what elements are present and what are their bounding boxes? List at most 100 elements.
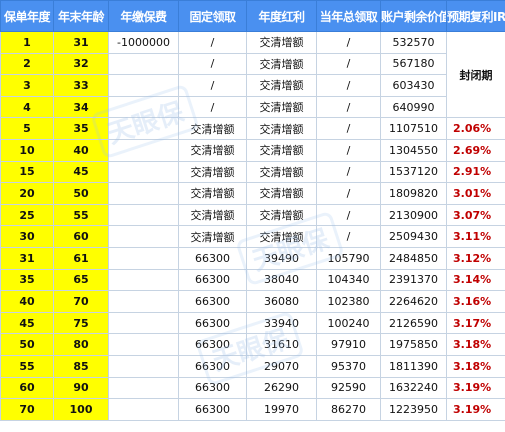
sealed-period-cell: 封闭期 <box>446 30 505 119</box>
benefit-table: 保单年度 年末年龄 年缴保费 固定领取 年度红利 当年总领取 账户剩余价值 预期… <box>0 0 505 421</box>
cell-total-payout: / <box>316 52 381 76</box>
table-row: 25 55 交清增额 交清增额/2130900 3.07% <box>0 203 505 227</box>
cell-fixed-payout: 66300 <box>178 333 247 356</box>
cell-age: 35 <box>53 117 109 140</box>
cell-annual-bonus: 29070 <box>246 354 317 378</box>
cell-irr: 3.16% <box>446 290 505 313</box>
header-annual-bonus: 年度红利 <box>246 0 317 32</box>
cell-age: 34 <box>53 95 109 119</box>
cell-age: 61 <box>53 246 109 270</box>
cell-irr: 2.06% <box>446 117 505 140</box>
cell-premium <box>108 225 179 248</box>
cell-age: 50 <box>53 182 109 205</box>
cell-account-value: 2264620 <box>380 290 447 313</box>
header-irr: 预期复利IRR <box>446 0 505 32</box>
table-row: 2 32/交清增额/567180 <box>0 52 505 76</box>
cell-total-payout: 104340 <box>316 268 381 292</box>
table-row: 15 45 交清增额 交清增额/1537120 2.91% <box>0 160 505 184</box>
cell-irr: 3.11% <box>446 225 505 248</box>
cell-fixed-payout: 66300 <box>178 398 247 421</box>
cell-annual-bonus: 交清增额 <box>246 74 317 97</box>
table-row: 30 60 交清增额 交清增额/2509430 3.11% <box>0 225 505 248</box>
cell-policy-year: 45 <box>0 311 54 335</box>
cell-account-value: 1223950 <box>380 398 447 421</box>
cell-fixed-payout: 66300 <box>178 354 247 378</box>
table-row: 4 34/交清增额/640990 <box>0 95 505 119</box>
cell-policy-year: 55 <box>0 354 54 378</box>
cell-policy-year: 4 <box>0 95 54 119</box>
header-fixed-payout: 固定领取 <box>178 0 247 32</box>
table-row: 3 33/交清增额/603430 <box>0 74 505 97</box>
cell-total-payout: / <box>316 203 381 227</box>
cell-policy-year: 5 <box>0 117 54 140</box>
cell-irr: 3.19% <box>446 398 505 421</box>
table-row: 50 80 66300 31610 97910 1975850 3.18% <box>0 333 505 356</box>
cell-premium <box>108 354 179 378</box>
cell-total-payout: / <box>316 95 381 119</box>
cell-age: 85 <box>53 354 109 378</box>
table-row: 5 35 交清增额 交清增额/1107510 2.06% <box>0 117 505 140</box>
cell-fixed-payout: 交清增额 <box>178 225 247 248</box>
cell-policy-year: 40 <box>0 290 54 313</box>
cell-irr: 3.18% <box>446 333 505 356</box>
cell-age: 60 <box>53 225 109 248</box>
cell-account-value: 532570 <box>380 31 447 54</box>
cell-annual-bonus: 26290 <box>246 376 317 400</box>
cell-fixed-payout: 66300 <box>178 376 247 400</box>
cell-annual-bonus: 交清增额 <box>246 117 317 140</box>
header-age: 年末年龄 <box>53 0 109 32</box>
cell-irr: 3.19% <box>446 376 505 400</box>
cell-age: 75 <box>53 311 109 335</box>
cell-account-value: 1304550 <box>380 138 447 162</box>
cell-premium <box>108 52 179 76</box>
cell-premium <box>108 203 179 227</box>
cell-age: 80 <box>53 333 109 356</box>
header-row: 保单年度 年末年龄 年缴保费 固定领取 年度红利 当年总领取 账户剩余价值 预期… <box>0 0 505 32</box>
cell-total-payout: 105790 <box>316 246 381 270</box>
cell-total-payout: / <box>316 182 381 205</box>
cell-total-payout: / <box>316 117 381 140</box>
table-row: 40 70 66300 36080 102380 2264620 3.16% <box>0 290 505 313</box>
cell-premium <box>108 333 179 356</box>
cell-total-payout: / <box>316 160 381 184</box>
cell-account-value: 2126590 <box>380 311 447 335</box>
table-row: 20 50 交清增额 交清增额/1809820 3.01% <box>0 182 505 205</box>
cell-policy-year: 60 <box>0 376 54 400</box>
cell-annual-bonus: 交清增额 <box>246 138 317 162</box>
cell-total-payout: / <box>316 225 381 248</box>
cell-policy-year: 1 <box>0 31 54 54</box>
cell-annual-bonus: 31610 <box>246 333 317 356</box>
cell-account-value: 2484850 <box>380 246 447 270</box>
cell-age: 31 <box>53 31 109 54</box>
cell-age: 100 <box>53 398 109 421</box>
cell-irr: 3.12% <box>446 246 505 270</box>
cell-fixed-payout: 交清增额 <box>178 160 247 184</box>
cell-annual-bonus: 39490 <box>246 246 317 270</box>
header-total-payout: 当年总领取 <box>316 0 381 32</box>
cell-premium <box>108 160 179 184</box>
cell-irr: 3.01% <box>446 182 505 205</box>
cell-irr: 2.69% <box>446 138 505 162</box>
cell-annual-bonus: 36080 <box>246 290 317 313</box>
cell-total-payout: 86270 <box>316 398 381 421</box>
table-row: 55 85 66300 29070 95370 1811390 3.18% <box>0 354 505 378</box>
cell-premium <box>108 246 179 270</box>
cell-account-value: 603430 <box>380 74 447 97</box>
cell-fixed-payout: 66300 <box>178 268 247 292</box>
cell-fixed-payout: / <box>178 52 247 76</box>
cell-premium <box>108 290 179 313</box>
cell-irr: 3.17% <box>446 311 505 335</box>
cell-fixed-payout: 交清增额 <box>178 182 247 205</box>
cell-annual-bonus: 19970 <box>246 398 317 421</box>
cell-age: 32 <box>53 52 109 76</box>
cell-premium <box>108 182 179 205</box>
cell-premium <box>108 117 179 140</box>
cell-policy-year: 2 <box>0 52 54 76</box>
cell-fixed-payout: 交清增额 <box>178 117 247 140</box>
cell-age: 55 <box>53 203 109 227</box>
cell-account-value: 2391370 <box>380 268 447 292</box>
cell-irr: 3.07% <box>446 203 505 227</box>
cell-account-value: 1632240 <box>380 376 447 400</box>
cell-fixed-payout: / <box>178 95 247 119</box>
table-row: 70 100 66300 19970 86270 1223950 3.19% <box>0 398 505 421</box>
